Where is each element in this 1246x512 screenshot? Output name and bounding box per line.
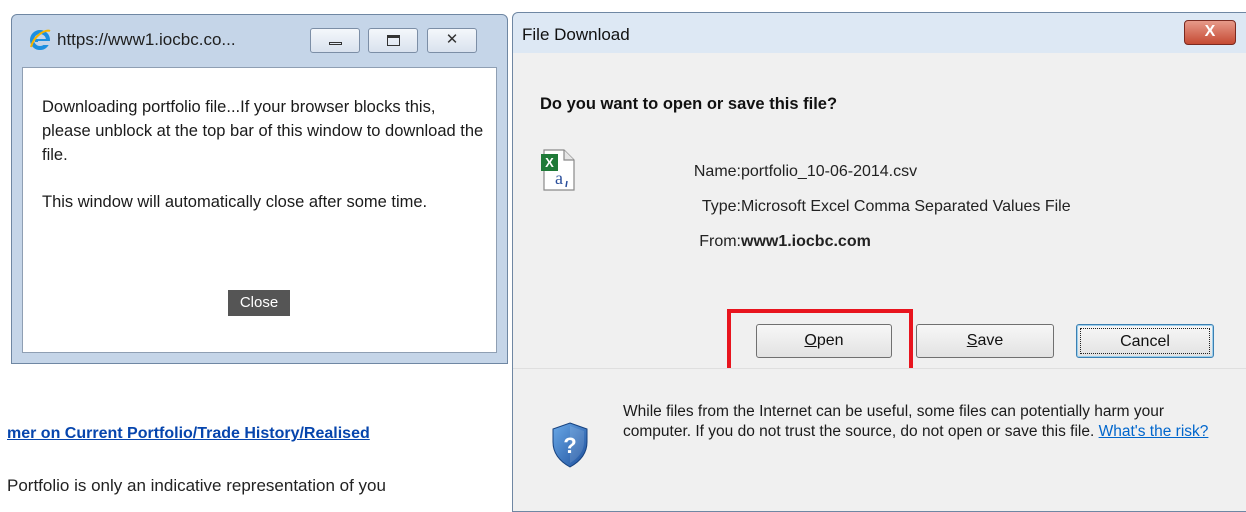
dialog-warning-area: ? While files from the Internet can be u… [513, 368, 1246, 511]
popup-message-download: Downloading portfolio file...If your bro… [42, 98, 484, 164]
security-warning: While files from the Internet can be use… [623, 402, 1223, 442]
popup-titlebar[interactable]: https://www1.iocbc.co... ✕ [12, 15, 507, 65]
security-shield-icon: ? [552, 422, 588, 468]
download-popup-window: https://www1.iocbc.co... ✕ Downloading p… [11, 14, 508, 364]
file-download-dialog: File Download X Do you want to open or s… [512, 12, 1246, 512]
popup-message: Downloading portfolio file...If your bro… [42, 95, 487, 237]
file-name-label: Name: [693, 163, 741, 180]
maximize-icon [387, 35, 400, 46]
security-warning-text: While files from the Internet can be use… [623, 403, 1165, 440]
svg-text:X: X [545, 155, 554, 170]
dialog-body: Do you want to open or save this file? X… [513, 53, 1246, 372]
save-button[interactable]: Save [916, 324, 1054, 358]
cancel-button[interactable]: Cancel [1076, 324, 1214, 358]
open-button[interactable]: Open [756, 324, 892, 358]
maximize-button[interactable] [368, 28, 418, 53]
svg-text:?: ? [563, 433, 576, 458]
minimize-button[interactable] [310, 28, 360, 53]
disclaimer-link[interactable]: mer on Current Portfolio/Trade History/R… [7, 425, 370, 443]
popup-content: Downloading portfolio file...If your bro… [22, 67, 497, 353]
close-button[interactable]: Close [228, 290, 290, 316]
file-type-value: Microsoft Excel Comma Separated Values F… [741, 198, 1071, 215]
portfolio-disclaimer-text: Portfolio is only an indicative represen… [7, 476, 386, 495]
whats-the-risk-link[interactable]: What's the risk? [1099, 423, 1209, 440]
file-name-value: portfolio_10-06-2014.csv [741, 163, 918, 180]
file-from-value: www1.iocbc.com [741, 233, 871, 250]
svg-text:a: a [555, 168, 563, 188]
dialog-close-icon: X [1204, 23, 1216, 40]
ie-logo-icon [30, 29, 51, 50]
popup-close-button[interactable]: ✕ [427, 28, 477, 53]
popup-message-autoclose: This window will automatically close aft… [42, 193, 428, 211]
popup-title-url: https://www1.iocbc.co... [57, 30, 236, 49]
close-icon: ✕ [445, 31, 459, 48]
excel-csv-file-icon: X a [541, 149, 575, 191]
dialog-question: Do you want to open or save this file? [540, 95, 838, 113]
minimize-icon [329, 42, 342, 45]
file-from-label: From: [699, 233, 741, 250]
file-type-label: Type: [701, 198, 741, 215]
dialog-close-button[interactable]: X [1184, 20, 1236, 45]
dialog-title: File Download [522, 25, 630, 44]
